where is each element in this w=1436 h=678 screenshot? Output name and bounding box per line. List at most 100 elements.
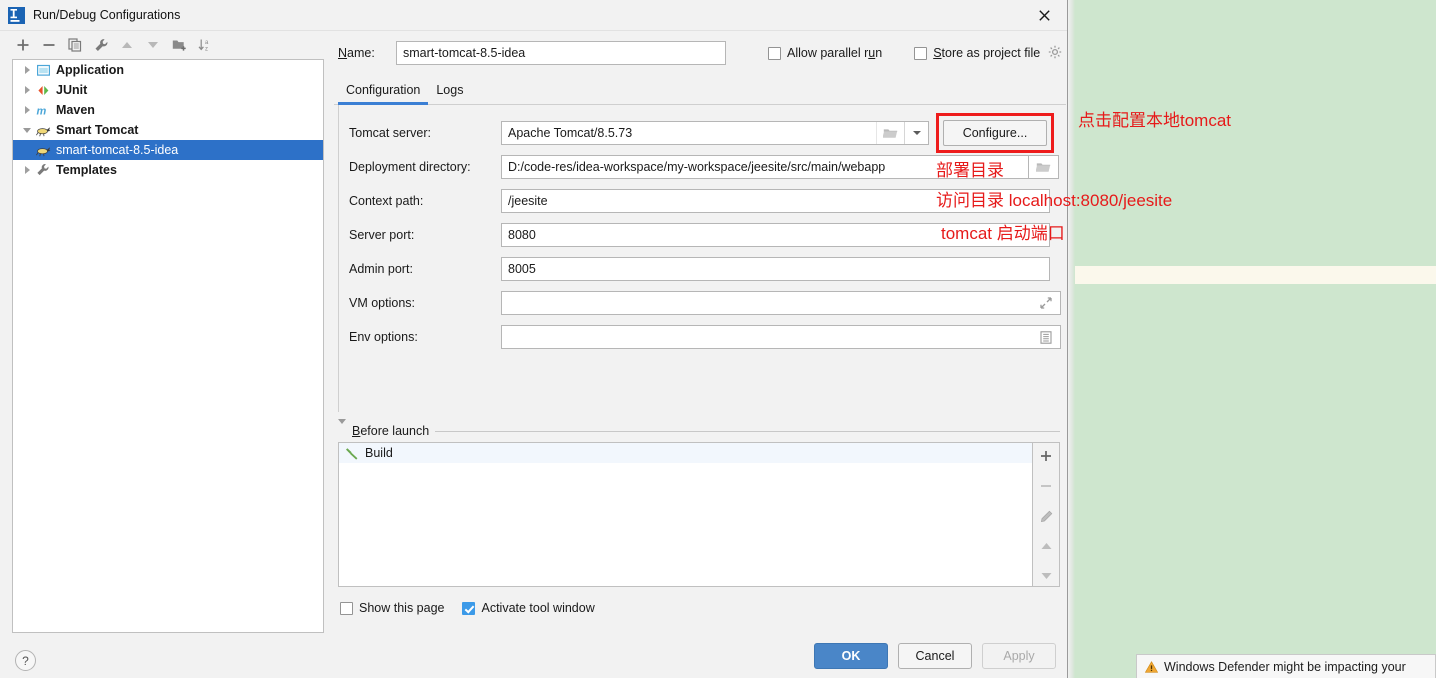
tomcat-server-browse-button[interactable] [876,122,904,144]
show-this-page-checkbox[interactable]: Show this page [340,601,444,615]
tomcat-server-value: Apache Tomcat/8.5.73 [508,126,633,140]
env-options-label: Env options: [349,330,418,344]
context-path-label: Context path: [349,194,424,208]
tree-item-smart-tomcat[interactable]: Smart Tomcat [13,120,323,140]
remove-task-button[interactable] [1035,477,1057,495]
configure-button[interactable]: Configure... [943,120,1047,146]
project-file-settings-button[interactable] [1048,45,1062,62]
expand-toggle[interactable] [19,62,35,78]
add-configuration-button[interactable] [10,33,36,57]
checkbox-box [914,46,928,60]
copy-configuration-button[interactable] [62,33,88,57]
tomcat-icon [35,142,51,158]
activate-tool-window-checkbox[interactable]: Activate tool window [462,601,595,615]
add-task-button[interactable] [1035,447,1057,465]
configurations-tree[interactable]: Application JUnit m Maven Smart Tomcat s… [12,59,324,633]
checkbox-box [340,601,353,615]
env-options-input[interactable] [501,325,1061,349]
warning-triangle-icon [1145,660,1158,673]
move-down-button[interactable] [140,33,166,57]
hammer-icon [346,448,358,460]
context-path-input[interactable] [501,189,1050,213]
vm-options-expand-button[interactable] [1033,292,1059,314]
intellij-idea-icon [8,6,25,24]
expand-toggle[interactable] [19,102,35,118]
configuration-editor-pane: Name: Allow parallel run Store as projec… [330,31,1066,678]
tab-logs[interactable]: Logs [428,81,471,105]
before-launch-divider [435,430,1060,432]
deployment-directory-row: Deployment directory: [349,155,1059,179]
tree-item-templates[interactable]: Templates [13,160,323,180]
tree-item-maven[interactable]: m Maven [13,100,323,120]
deployment-directory-input[interactable] [501,155,1029,179]
move-into-folder-button[interactable] [166,33,192,57]
help-button[interactable]: ? [15,650,36,671]
ide-background [1068,0,1436,678]
sort-az-icon: a z [198,39,209,52]
name-label-mnemonic: N [338,46,348,60]
tomcat-server-label: Tomcat server: [349,126,431,140]
arrow-up-icon [1041,543,1051,549]
before-launch-title: Before launch [352,424,430,438]
arrow-up-icon [122,42,132,48]
edit-templates-button[interactable] [88,33,114,57]
server-port-row: Server port: [349,223,1050,247]
store-as-project-file-checkbox[interactable]: Store as project file [914,46,1040,60]
before-launch-task-list[interactable]: Build [338,442,1032,587]
vm-options-row: VM options: [349,291,1061,315]
name-label-rest: ame: [347,46,375,60]
configuration-form: Tomcat server: Apache Tomcat/8.5.73 Conf… [338,105,1061,412]
tree-item-application[interactable]: Application [13,60,323,80]
server-port-input[interactable] [501,223,1050,247]
collapse-toggle[interactable] [19,122,35,138]
before-launch-collapse-toggle[interactable] [338,419,346,438]
svg-text:a: a [205,40,209,46]
close-icon [1038,10,1050,21]
tomcat-server-dropdown-button[interactable] [904,122,928,144]
edit-task-button[interactable] [1035,507,1057,525]
ok-button[interactable]: OK [814,643,888,669]
chevron-down-icon [912,131,921,135]
remove-configuration-button[interactable] [36,33,62,57]
admin-port-label: Admin port: [349,262,413,276]
dialog-button-row: OK Cancel Apply [814,643,1056,669]
show-this-page-label: Show this page [359,601,445,615]
env-options-editor-button[interactable] [1033,326,1059,348]
configure-button-wrapper: Configure... [936,113,1054,153]
admin-port-input[interactable] [501,257,1050,281]
tomcat-server-row: Tomcat server: Apache Tomcat/8.5.73 Conf… [349,113,1054,153]
defender-notification-text: Windows Defender might be impacting your [1164,659,1406,674]
move-up-button[interactable] [114,33,140,57]
minus-icon [1041,485,1051,487]
tree-item-junit[interactable]: JUnit [13,80,323,100]
close-button[interactable] [1021,0,1067,31]
tab-configuration[interactable]: Configuration [338,81,429,105]
move-task-down-button[interactable] [1035,567,1057,585]
tree-item-smart-tomcat-8-5-idea[interactable]: smart-tomcat-8.5-idea [13,140,323,160]
vm-options-input[interactable] [501,291,1061,315]
dialog-title: Run/Debug Configurations [33,8,181,22]
tree-item-label: Templates [56,163,117,177]
deployment-directory-browse-button[interactable] [1029,155,1059,179]
expand-icon [1040,297,1052,309]
name-input[interactable] [396,41,726,65]
tree-item-label: Maven [56,103,95,117]
name-label: Name: [338,46,396,60]
allow-parallel-run-checkbox[interactable]: Allow parallel run [768,46,882,60]
maven-icon: m [35,102,51,118]
folder-icon [883,129,898,138]
windows-defender-notification[interactable]: Windows Defender might be impacting your [1136,654,1436,678]
tree-item-label: JUnit [56,83,88,97]
cancel-button[interactable]: Cancel [898,643,972,669]
before-launch-side-toolbar [1032,442,1060,587]
apply-button[interactable]: Apply [982,643,1056,669]
list-item[interactable]: Build [339,443,1032,463]
tomcat-server-combo[interactable]: Apache Tomcat/8.5.73 [501,121,929,145]
expand-toggle[interactable] [19,82,35,98]
expand-toggle[interactable] [19,162,35,178]
move-task-up-button[interactable] [1035,537,1057,555]
run-debug-configurations-dialog: Run/Debug Configurations a z Application… [0,0,1068,678]
wrench-icon [95,38,107,51]
tree-item-label: smart-tomcat-8.5-idea [56,143,179,157]
sort-configurations-button[interactable]: a z [192,33,218,57]
